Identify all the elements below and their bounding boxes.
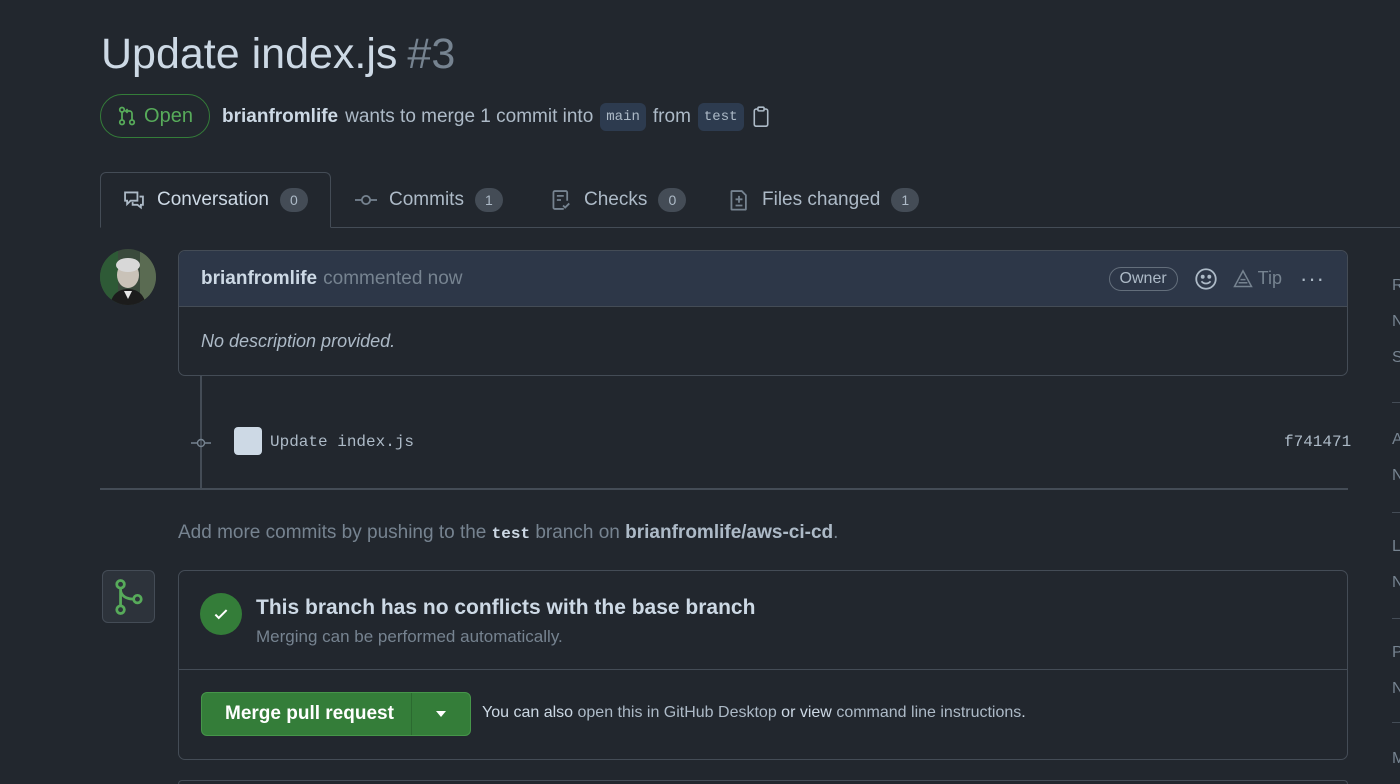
tab-checks[interactable]: Checks 0 [549, 172, 687, 228]
sidebar-labels-heading[interactable]: L [1392, 538, 1400, 556]
pr-meta: brianfromlife wants to merge 1 commit in… [222, 103, 771, 131]
sidebar-reviewers-heading[interactable]: R [1392, 277, 1400, 295]
tab-files-changed-count: 1 [891, 188, 920, 212]
repo-link[interactable]: brianfromlife/aws-ci-cd [625, 522, 833, 543]
commit-sha-link[interactable]: f741471 [1284, 433, 1351, 451]
owner-badge: Owner [1108, 266, 1178, 291]
tab-conversation-count: 0 [279, 188, 308, 212]
comment-timestamp: commented now [323, 267, 463, 289]
add-more-branch: test [491, 525, 531, 543]
git-commit-icon [355, 194, 377, 206]
comment-discussion-icon [124, 191, 144, 210]
triangle-down-icon [436, 711, 446, 717]
tab-checks-count: 0 [658, 188, 687, 212]
pr-author-link[interactable]: brianfromlife [222, 106, 338, 128]
sidebar-projects-heading[interactable]: P [1392, 644, 1400, 662]
tab-commits-count: 1 [474, 188, 503, 212]
comment-author[interactable]: brianfromlife [201, 268, 317, 290]
tab-conversation[interactable]: Conversation 0 [100, 172, 331, 228]
add-more-suffix: . [833, 522, 839, 543]
pr-state-label: Open [144, 104, 193, 127]
command-line-instructions-link[interactable]: command line instructions [836, 704, 1021, 721]
copy-icon[interactable] [751, 106, 771, 128]
merge-pull-request-button[interactable]: Merge pull request [201, 692, 471, 736]
sidebar-milestone-heading[interactable]: M [1392, 750, 1400, 768]
next-timeline-box [178, 780, 1348, 784]
alt-suffix: . [1021, 704, 1026, 721]
commit-message-link[interactable]: Update index.js [270, 433, 414, 451]
sidebar-reviewers-value: N [1392, 313, 1400, 330]
check-icon [200, 593, 242, 635]
sidebar-assignees-heading[interactable]: A [1392, 431, 1400, 449]
pr-meta-text: wants to merge 1 commit into [345, 106, 594, 127]
comment-box: brianfromlife commented now Owner Tip ··… [178, 250, 1348, 376]
merge-status-icon [102, 570, 155, 623]
merge-alternatives: You can also open this in GitHub Desktop… [482, 704, 1026, 722]
merge-status-heading: This branch has no conflicts with the ba… [256, 596, 756, 619]
tab-conversation-label: Conversation [157, 189, 269, 210]
add-more-middle: branch on [535, 522, 620, 543]
add-more-prefix: Add more commits by pushing to the [178, 522, 487, 543]
open-in-desktop-link[interactable]: open this in GitHub Desktop [578, 704, 777, 721]
sidebar-labels-value: N [1392, 574, 1400, 591]
git-pull-request-icon [118, 106, 136, 126]
git-commit-icon [191, 438, 211, 448]
tab-checks-label: Checks [584, 189, 648, 210]
merge-status: This branch has no conflicts with the ba… [179, 571, 1347, 670]
timeline-divider [100, 488, 1348, 490]
git-merge-icon [114, 578, 143, 615]
pr-title: Update index.js #3 [101, 30, 455, 79]
pr-meta-from: from [652, 106, 691, 127]
pr-title-text: Update index.js [101, 30, 398, 78]
sidebar-divider [1392, 722, 1400, 723]
pr-tabs: Conversation 0 Commits 1 Checks 0 Files … [0, 172, 1400, 228]
head-branch[interactable]: test [697, 103, 744, 131]
add-more-commits-hint: Add more commits by pushing to the test … [178, 522, 838, 544]
timeline-line [200, 376, 202, 488]
sidebar-divider [1392, 618, 1400, 619]
comment-header: brianfromlife commented now Owner Tip ··… [179, 251, 1347, 307]
tip-label: Tip [1257, 268, 1283, 288]
file-diff-icon [730, 190, 747, 211]
tab-files-changed[interactable]: Files changed 1 [727, 172, 920, 228]
sidebar-assignees-value: N [1392, 467, 1400, 484]
avatar[interactable] [100, 249, 156, 305]
pr-number: #3 [407, 30, 456, 78]
smiley-icon [1195, 267, 1217, 290]
sidebar-suggestions: S [1392, 349, 1400, 366]
merge-method-dropdown[interactable] [411, 693, 470, 735]
sidebar-projects-value: N [1392, 680, 1400, 697]
tip-button[interactable]: Tip [1232, 268, 1282, 289]
comment-body: No description provided. [201, 331, 396, 351]
alt-prefix: You can also [482, 704, 574, 721]
base-branch[interactable]: main [600, 103, 646, 131]
tab-commits[interactable]: Commits 1 [354, 172, 503, 228]
merge-status-sub: Merging can be performed automatically. [256, 627, 563, 646]
reaction-button[interactable] [1194, 267, 1218, 291]
tab-commits-label: Commits [389, 189, 464, 210]
sidebar-divider [1392, 402, 1400, 403]
alt-middle: or view [781, 704, 832, 721]
merge-button-label: Merge pull request [225, 703, 394, 724]
kebab-horizontal-icon[interactable]: ··· [1300, 266, 1325, 292]
sidebar-divider [1392, 512, 1400, 513]
pr-state-badge: Open [100, 94, 210, 138]
checklist-icon [552, 190, 570, 210]
merge-box: This branch has no conflicts with the ba… [178, 570, 1348, 760]
alert-icon [1232, 268, 1253, 287]
tab-files-changed-label: Files changed [762, 189, 881, 210]
commit-author-avatar[interactable] [234, 427, 262, 455]
